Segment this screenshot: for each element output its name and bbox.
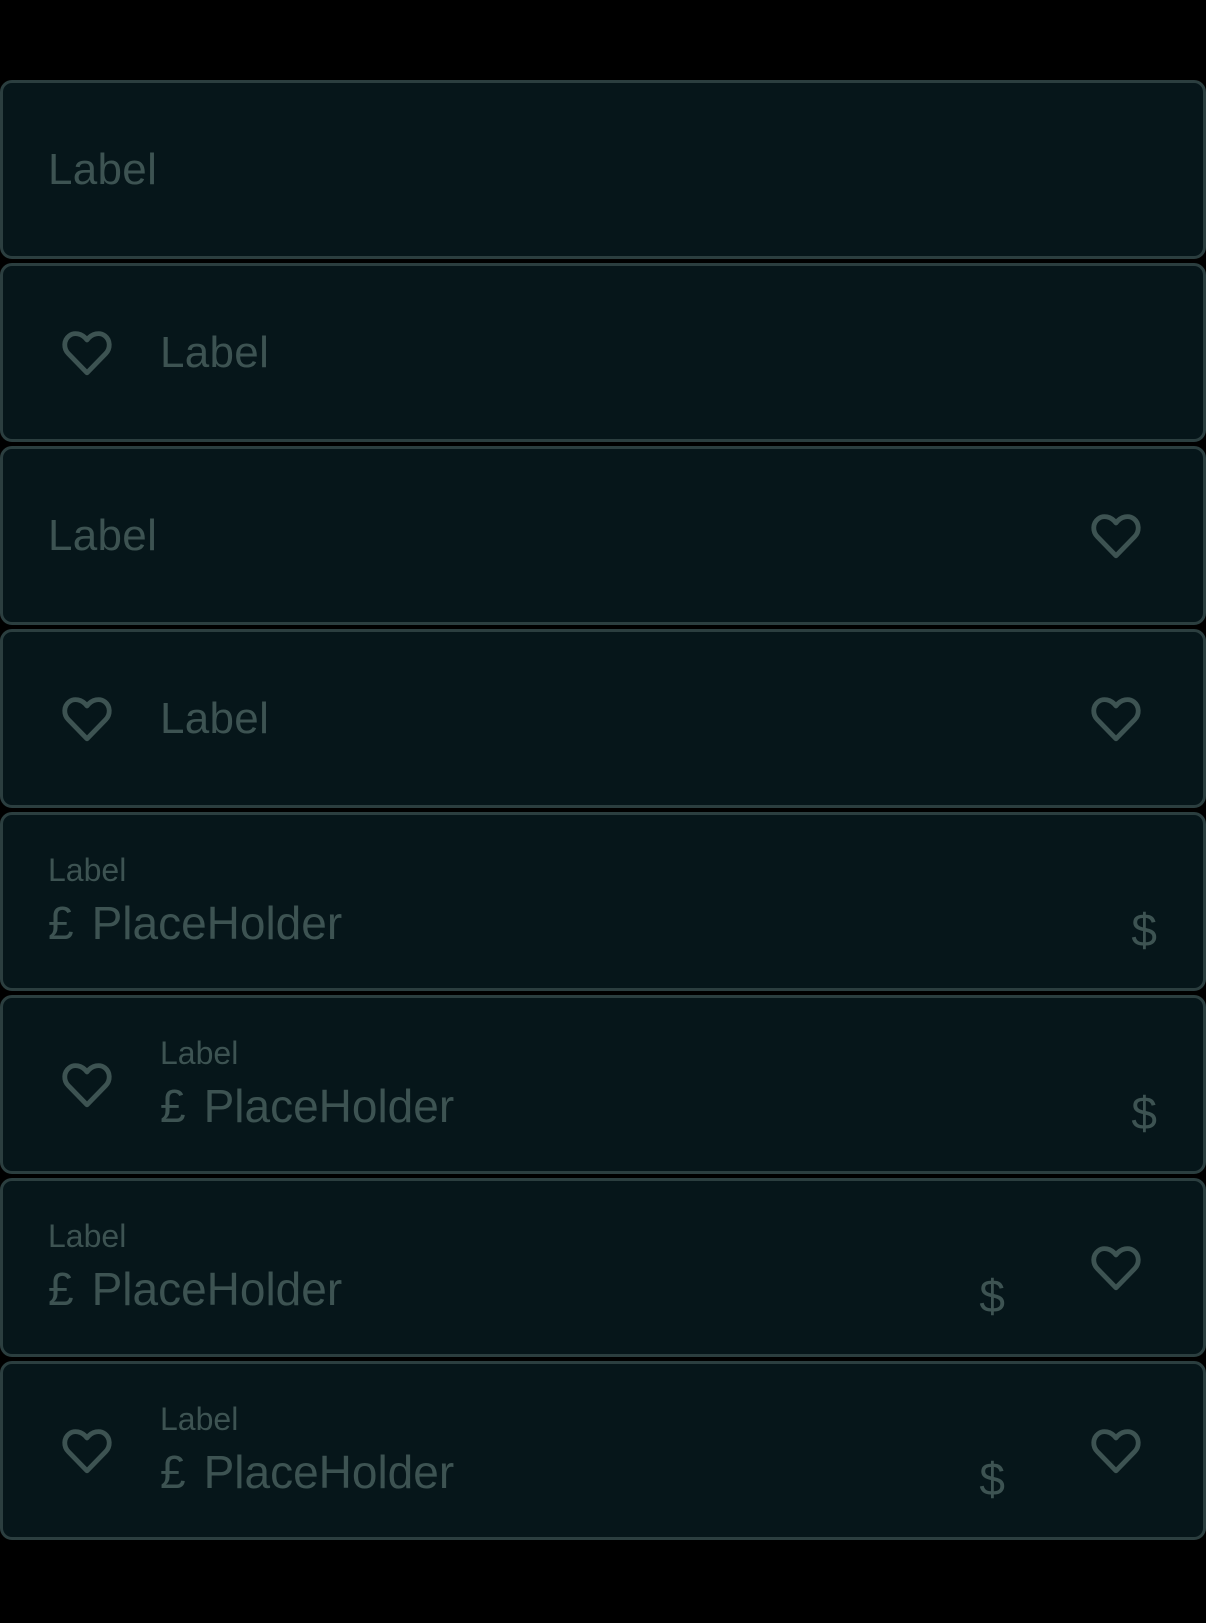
text-field-leading-icon[interactable]: Label <box>0 263 1206 442</box>
amount-input[interactable] <box>91 896 652 950</box>
text-field-both-icons[interactable]: Label <box>0 629 1206 808</box>
currency-prefix: £ <box>160 1446 186 1498</box>
amount-input[interactable] <box>203 1445 764 1499</box>
field-value-row: £ <box>160 1445 1003 1499</box>
currency-suffix: $ <box>1131 904 1157 956</box>
field-label: Label <box>48 1218 127 1254</box>
heart-icon[interactable] <box>1085 507 1147 565</box>
text-field-with-affixes[interactable]: Label £ $ <box>0 812 1206 991</box>
field-value-row: £ <box>48 896 1003 950</box>
amount-input[interactable] <box>91 1262 652 1316</box>
field-value-row: £ <box>48 1262 1003 1316</box>
heart-icon[interactable] <box>1085 1239 1147 1297</box>
field-value-row: £ <box>160 1079 1003 1133</box>
field-label: Label <box>48 144 158 194</box>
text-field-trailing-icon[interactable]: Label <box>0 446 1206 625</box>
field-label: Label <box>160 327 270 377</box>
heart-icon[interactable] <box>56 324 118 382</box>
currency-prefix: £ <box>48 1263 74 1315</box>
currency-prefix: £ <box>48 897 74 949</box>
field-content: Label £ <box>48 852 1003 950</box>
heart-icon[interactable] <box>1085 1422 1147 1480</box>
heart-icon[interactable] <box>56 1056 118 1114</box>
field-label: Label <box>160 693 270 743</box>
field-label: Label <box>160 1035 239 1071</box>
field-content: Label £ <box>48 1218 1003 1316</box>
text-field-with-affixes-trailing-icon[interactable]: Label £ $ <box>0 1178 1206 1357</box>
currency-suffix: $ <box>979 1270 1005 1322</box>
amount-input[interactable] <box>203 1079 764 1133</box>
text-field-variants: Label Label Label Label Label £ PlaceHol… <box>0 80 1206 1544</box>
currency-suffix: $ <box>979 1453 1005 1505</box>
currency-prefix: £ <box>160 1080 186 1132</box>
heart-icon[interactable] <box>56 1422 118 1480</box>
field-content: Label £ <box>160 1035 1003 1133</box>
text-field[interactable]: Label <box>0 80 1206 259</box>
heart-icon[interactable] <box>1085 690 1147 748</box>
text-field-with-affixes-both-icons[interactable]: Label £ $ <box>0 1361 1206 1540</box>
field-label: Label <box>48 510 158 560</box>
heart-icon[interactable] <box>56 690 118 748</box>
text-field-with-affixes-leading-icon[interactable]: Label £ $ <box>0 995 1206 1174</box>
field-content: Label £ <box>160 1401 1003 1499</box>
field-label: Label <box>48 852 127 888</box>
currency-suffix: $ <box>1131 1087 1157 1139</box>
field-label: Label <box>160 1401 239 1437</box>
